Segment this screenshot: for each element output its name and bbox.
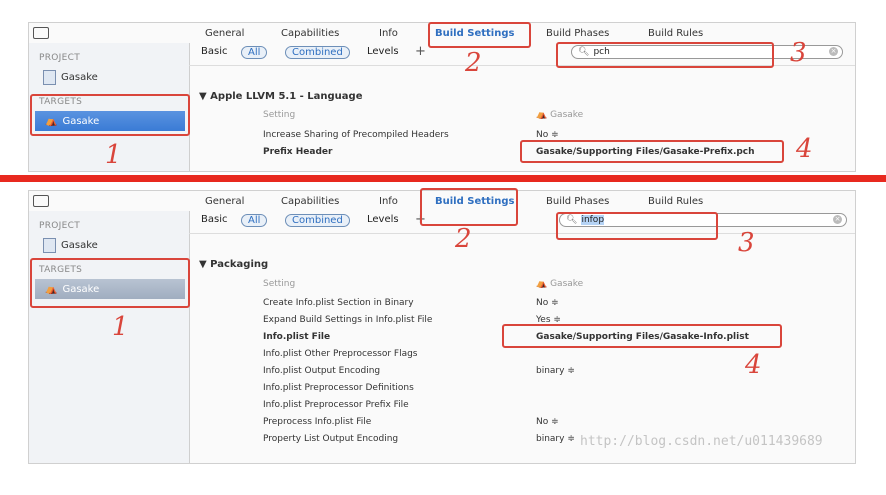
sidebar-item-project[interactable]: Gasake <box>43 70 98 85</box>
annotation-box-1 <box>30 94 190 136</box>
setting-name: Info.plist Output Encoding <box>263 366 381 376</box>
project-header: PROJECT <box>39 53 80 63</box>
annotation-box-2 <box>420 188 518 226</box>
add-setting-button[interactable]: + <box>415 44 426 59</box>
red-divider <box>0 175 886 182</box>
annotation-box-4 <box>502 324 782 348</box>
setting-value[interactable]: No ≑ <box>536 130 559 140</box>
annotation-box-2 <box>428 22 531 48</box>
project-name: Gasake <box>61 72 98 83</box>
sidebar: PROJECT Gasake TARGETS ⛺ Gasake <box>29 195 190 463</box>
filter-basic[interactable]: Basic <box>201 214 227 225</box>
setting-name: Info.plist Preprocessor Prefix File <box>263 400 409 410</box>
filter-combined[interactable]: Combined <box>285 214 350 227</box>
setting-name: Info.plist Other Preprocessor Flags <box>263 349 418 359</box>
tab-info[interactable]: Info <box>379 196 398 207</box>
annotation-box-3 <box>556 42 774 68</box>
sidebar-toggle-icon[interactable] <box>33 27 49 39</box>
tab-general[interactable]: General <box>205 28 244 39</box>
annotation-box-1 <box>30 258 190 308</box>
section-header[interactable]: ▼ Apple LLVM 5.1 - Language <box>199 91 363 102</box>
tab-build-rules[interactable]: Build Rules <box>648 28 703 39</box>
target-column-name: Gasake <box>550 110 584 120</box>
tab-general[interactable]: General <box>205 196 244 207</box>
annotation-number-3: 3 <box>738 228 755 258</box>
filter-basic[interactable]: Basic <box>201 46 227 57</box>
target-column-header: ⛺ Gasake <box>536 110 583 120</box>
annotation-number-1: 1 <box>105 140 122 170</box>
setting-name: Info.plist Preprocessor Definitions <box>263 383 414 393</box>
project-file-icon <box>43 238 56 253</box>
clear-search-icon[interactable]: × <box>829 47 838 56</box>
project-name: Gasake <box>61 240 98 251</box>
setting-name: Expand Build Settings in Info.plist File <box>263 315 433 325</box>
setting-name: Increase Sharing of Precompiled Headers <box>263 130 449 140</box>
annotation-number-4: 4 <box>796 134 813 164</box>
filter-levels[interactable]: Levels <box>367 46 399 57</box>
annotation-box-3 <box>556 212 718 240</box>
sidebar-item-project[interactable]: Gasake <box>43 238 98 253</box>
tab-capabilities[interactable]: Capabilities <box>281 196 339 207</box>
target-column-icon: ⛺ <box>536 110 551 120</box>
clear-search-icon[interactable]: × <box>833 215 842 224</box>
filter-all[interactable]: All <box>241 46 268 59</box>
annotation-box-4 <box>520 140 784 163</box>
tab-build-phases[interactable]: Build Phases <box>546 196 609 207</box>
setting-name: Preprocess Info.plist File <box>263 417 372 427</box>
tab-build-phases[interactable]: Build Phases <box>546 28 609 39</box>
project-header: PROJECT <box>39 221 80 231</box>
annotation-number-2: 2 <box>455 224 472 254</box>
target-column-header: ⛺ Gasake <box>536 279 583 289</box>
filter-bar: Basic All Combined Levels + 🔍︎ infop × <box>189 211 855 234</box>
filter-all[interactable]: All <box>241 214 268 227</box>
annotation-number-4: 4 <box>745 350 762 380</box>
setting-value[interactable]: No ≑ <box>536 298 559 308</box>
project-file-icon <box>43 70 56 85</box>
setting-name: Info.plist File <box>263 332 331 342</box>
setting-value[interactable]: binary ≑ <box>536 366 575 376</box>
filter-levels[interactable]: Levels <box>367 214 399 225</box>
sidebar-toggle-icon[interactable] <box>33 195 49 207</box>
annotation-number-3: 3 <box>790 38 807 68</box>
watermark: http://blog.csdn.net/u011439689 <box>580 434 823 449</box>
setting-name: Prefix Header <box>263 147 333 157</box>
setting-value[interactable]: binary ≑ <box>536 434 575 444</box>
setting-column-header: Setting <box>263 279 296 289</box>
setting-name: Create Info.plist Section in Binary <box>263 298 414 308</box>
target-column-icon: ⛺ <box>536 279 551 289</box>
setting-column-header: Setting <box>263 110 296 120</box>
tab-build-rules[interactable]: Build Rules <box>648 196 703 207</box>
section-title: Apple LLVM 5.1 - Language <box>210 91 363 102</box>
annotation-number-2: 2 <box>465 48 482 78</box>
tab-info[interactable]: Info <box>379 28 398 39</box>
section-header[interactable]: ▼ Packaging <box>199 259 268 270</box>
setting-name: Property List Output Encoding <box>263 434 399 444</box>
annotation-number-1: 1 <box>112 312 129 342</box>
target-column-name: Gasake <box>550 279 584 289</box>
section-title: Packaging <box>210 259 269 270</box>
setting-value[interactable]: No ≑ <box>536 417 559 427</box>
filter-combined[interactable]: Combined <box>285 46 350 59</box>
tab-capabilities[interactable]: Capabilities <box>281 28 339 39</box>
tab-bar: General Capabilities Info Build Settings… <box>189 191 855 211</box>
